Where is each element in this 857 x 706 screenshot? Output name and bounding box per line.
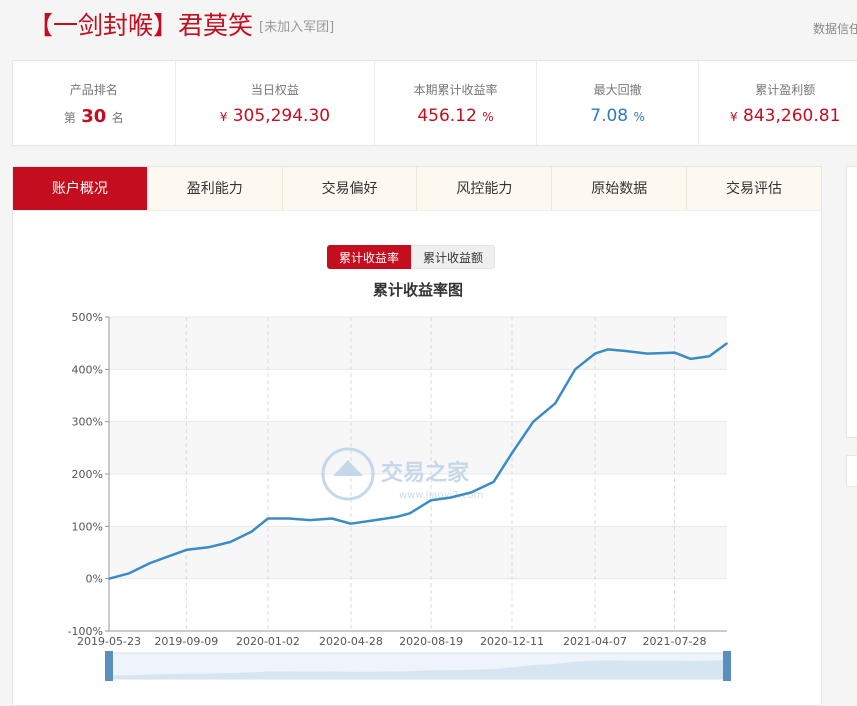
equity-currency: ¥ <box>219 110 228 124</box>
series-point <box>108 577 110 580</box>
grid-band <box>109 369 727 422</box>
series-point <box>395 516 398 518</box>
stat-drawdown-value: 7.08 % <box>537 106 699 126</box>
stat-equity-label: 当日权益 <box>250 83 299 97</box>
rank-number: 30 <box>81 106 107 127</box>
rank-prefix: 第 <box>63 111 76 125</box>
series-point <box>646 352 649 355</box>
zoom-handle-right[interactable] <box>723 651 731 681</box>
series-point <box>532 420 535 423</box>
stat-profit-label: 累计盈利额 <box>755 83 816 97</box>
series-point <box>331 517 333 520</box>
main-panel: 账户概况 盈利能力 交易偏好 风控能力 原始数据 交易评估 累计收益率 累计收益… <box>12 166 822 706</box>
page-header: 【一剑封喉】君莫笑 [未加入军团] 数据信任 <box>0 0 857 52</box>
stat-return-rate: 本期累计收益率 456.12 % <box>375 61 537 145</box>
series-point <box>624 350 627 352</box>
series-point <box>149 562 151 564</box>
series-point <box>309 519 311 521</box>
series-point <box>607 348 609 351</box>
grid-band <box>109 578 727 631</box>
series-point <box>470 491 473 494</box>
stat-return-label: 本期累计收益率 <box>413 83 498 97</box>
profit-currency: ¥ <box>730 110 738 124</box>
stat-profit-value: ¥ 843,260.81 <box>699 106 857 126</box>
drawdown-unit: % <box>633 110 645 124</box>
stat-rank-value: 第 30 名 <box>13 106 175 127</box>
return-unit: % <box>482 110 494 124</box>
stat-drawdown-label: 最大回撤 <box>593 83 642 97</box>
x-tick-label: 2019-05-23 <box>77 635 141 648</box>
series-point <box>171 554 173 556</box>
rank-suffix: 名 <box>111 111 124 125</box>
x-tick-label: 2021-07-28 <box>643 635 707 648</box>
stat-equity-value: ¥ 305,294.30 <box>176 106 375 126</box>
y-tick-label: 200% <box>72 468 103 481</box>
side-panel <box>846 166 857 438</box>
profit-number: 843,260.81 <box>743 106 841 126</box>
stat-equity: 当日权益 ¥ 305,294.30 <box>176 61 376 145</box>
y-tick-label: 100% <box>72 520 103 533</box>
zoom-handle-left[interactable] <box>105 651 113 681</box>
series-point <box>554 402 557 405</box>
x-tick-label: 2020-04-28 <box>319 635 383 648</box>
stat-rank: 产品排名 第 30 名 <box>13 61 176 145</box>
series-point <box>708 355 711 358</box>
series-point <box>374 519 376 521</box>
series-point <box>726 342 728 344</box>
series-point <box>128 572 130 575</box>
grid-band <box>109 317 727 370</box>
x-tick-label: 2020-01-02 <box>236 635 300 648</box>
series-point <box>492 481 495 483</box>
drawdown-number: 7.08 <box>590 106 629 126</box>
page-title: 【一剑封喉】君莫笑 [未加入军团] <box>28 6 334 42</box>
equity-number: 305,294.30 <box>232 106 331 126</box>
side-panel-small <box>846 455 857 487</box>
series-point <box>267 517 269 520</box>
y-tick-label: 300% <box>72 416 103 429</box>
series-point <box>288 517 291 520</box>
trader-name: 君莫笑 <box>178 11 254 40</box>
stat-profit: 累计盈利额 ¥ 843,260.81 <box>699 61 857 145</box>
x-tick-label: 2019-09-09 <box>154 635 218 648</box>
series-point <box>185 549 188 551</box>
chart-title: 累计收益率图 <box>373 281 463 299</box>
watermark-text: 交易之家 <box>381 460 470 486</box>
series-point <box>250 530 253 533</box>
series-point <box>409 512 411 515</box>
stat-rank-label: 产品排名 <box>69 83 118 97</box>
series-point <box>511 452 513 454</box>
series-point <box>673 351 676 354</box>
x-tick-label: 2020-08-19 <box>399 635 463 648</box>
series-point <box>574 368 576 371</box>
x-tick-label: 2020-12-11 <box>480 635 544 648</box>
y-tick-label: 0% <box>86 573 103 586</box>
y-tick-label: 400% <box>72 363 103 376</box>
stat-max-drawdown: 最大回撤 7.08 % <box>537 61 700 145</box>
return-number: 456.12 <box>417 106 477 126</box>
series-point <box>350 522 352 525</box>
y-tick-label: 500% <box>72 311 103 324</box>
series-point <box>690 358 692 360</box>
title-prefix: 【一剑封喉】 <box>28 11 179 40</box>
series-point <box>229 541 232 543</box>
series-point <box>430 499 432 502</box>
series-point <box>449 496 452 499</box>
series-point <box>207 546 210 549</box>
cumulative-return-chart: 累计收益率图500%400%300%200%100%0%-100%2019-05… <box>68 281 731 681</box>
data-trust-link[interactable]: 数据信任 <box>813 20 857 37</box>
grid-band <box>109 526 727 579</box>
stats-bar: 产品排名 第 30 名 当日权益 ¥ 305,294.30 本期累计收益率 45… <box>12 60 857 146</box>
x-tick-label: 2021-04-07 <box>563 635 627 648</box>
group-tag: [未加入军团] <box>259 20 335 35</box>
series-point <box>594 352 596 355</box>
stat-return-value: 456.12 % <box>375 106 536 126</box>
